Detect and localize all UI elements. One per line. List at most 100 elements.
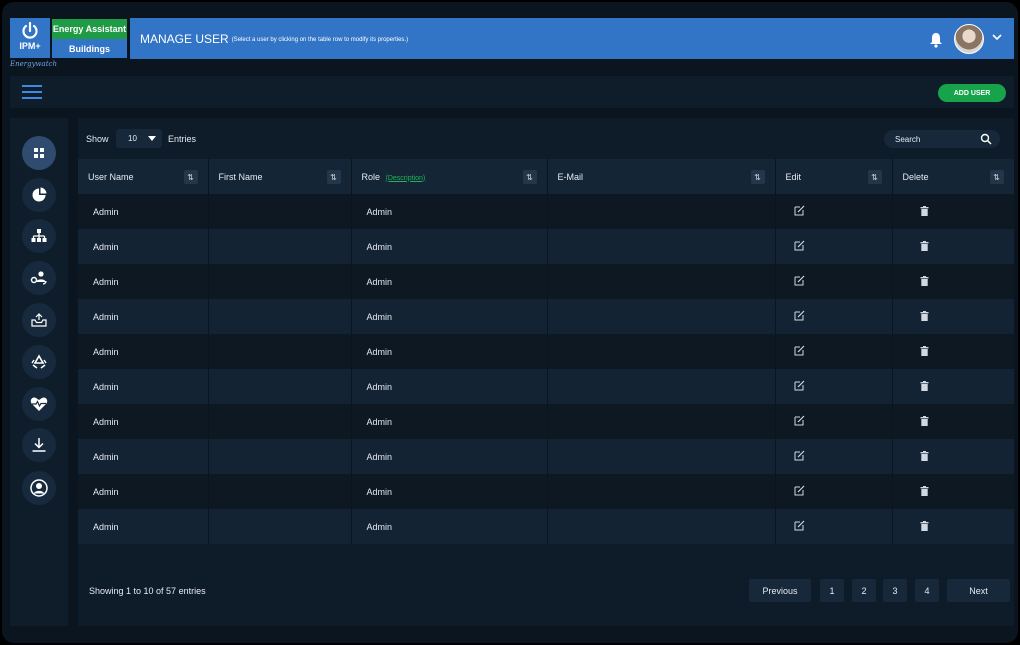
cell-email: [547, 194, 776, 229]
next-button[interactable]: Next: [947, 579, 1010, 602]
table-row[interactable]: Admin Admin: [78, 229, 1015, 264]
cell-delete: [892, 369, 1015, 404]
column-label: User Name: [88, 171, 134, 182]
page-button-3[interactable]: 3: [883, 579, 907, 602]
page-button-4[interactable]: 4: [915, 579, 939, 602]
nav-reports[interactable]: [22, 178, 56, 212]
edit-icon[interactable]: [794, 520, 805, 533]
cell-delete: [892, 334, 1015, 369]
table-row[interactable]: Admin Admin: [78, 439, 1015, 474]
trash-icon[interactable]: [920, 345, 929, 358]
column-header-user-name[interactable]: User Name ⇅: [78, 159, 209, 194]
edit-icon[interactable]: [794, 310, 805, 323]
cell-first-name: [208, 439, 352, 474]
table-row[interactable]: Admin Admin: [78, 194, 1015, 229]
nav-inbox[interactable]: [22, 303, 56, 337]
cell-email: [547, 334, 776, 369]
trash-icon[interactable]: [920, 240, 929, 253]
cell-first-name: [208, 334, 352, 369]
edit-icon[interactable]: [794, 450, 805, 463]
cell-first-name: [208, 194, 352, 229]
nav-users-settings[interactable]: [22, 261, 56, 295]
nav-hierarchy[interactable]: [22, 219, 56, 253]
edit-icon[interactable]: [794, 345, 805, 358]
add-user-button[interactable]: ADD USER: [938, 84, 1006, 102]
edit-icon[interactable]: [794, 205, 805, 218]
power-logo[interactable]: IPM+: [10, 18, 50, 58]
column-label: Delete: [902, 171, 929, 182]
page-button-2[interactable]: 2: [852, 579, 876, 602]
page-size-select[interactable]: 10: [116, 129, 162, 148]
buildings-badge[interactable]: Buildings: [52, 39, 127, 58]
edit-icon[interactable]: [794, 275, 805, 288]
app-window: IPM+ Energywatch Energy Assistant Buildi…: [0, 0, 1020, 645]
role-description-link[interactable]: (Description): [386, 175, 426, 182]
cell-edit: [775, 264, 893, 299]
column-label: First Name: [218, 171, 263, 182]
table-row[interactable]: Admin Admin: [78, 474, 1015, 509]
trash-icon[interactable]: [920, 415, 929, 428]
cell-role: Admin: [351, 334, 548, 369]
cell-user-name: Admin: [78, 474, 209, 509]
title-bar: MANAGE USER (Select a user by clicking o…: [130, 18, 1014, 59]
users-table: User Name ⇅ First Name ⇅ Role (Descripti…: [78, 159, 1015, 544]
sort-icon[interactable]: ⇅: [867, 170, 882, 184]
chevron-down-icon[interactable]: [992, 33, 1002, 41]
nav-health[interactable]: [22, 387, 56, 421]
page-button-1[interactable]: 1: [820, 579, 844, 602]
cell-user-name: Admin: [78, 439, 209, 474]
cell-edit: [775, 474, 893, 509]
sort-icon[interactable]: ⇅: [522, 170, 537, 184]
table-row[interactable]: Admin Admin: [78, 369, 1015, 404]
brand-script: Energywatch: [10, 60, 57, 68]
column-header-role[interactable]: Role (Description) ⇅: [351, 159, 548, 194]
trash-icon[interactable]: [920, 450, 929, 463]
cell-email: [547, 369, 776, 404]
nav-recycle[interactable]: [22, 345, 56, 379]
column-header-edit[interactable]: Edit ⇅: [775, 159, 893, 194]
column-header-first-name[interactable]: First Name ⇅: [208, 159, 352, 194]
sort-icon[interactable]: ⇅: [989, 170, 1004, 184]
edit-icon[interactable]: [794, 240, 805, 253]
table-row[interactable]: Admin Admin: [78, 334, 1015, 369]
nav-dashboard[interactable]: [22, 136, 56, 170]
trash-icon[interactable]: [920, 485, 929, 498]
table-row[interactable]: Admin Admin: [78, 509, 1015, 544]
hierarchy-icon: [31, 229, 47, 242]
edit-icon[interactable]: [794, 415, 805, 428]
cell-edit: [775, 439, 893, 474]
user-avatar[interactable]: [954, 24, 984, 54]
trash-icon[interactable]: [920, 520, 929, 533]
nav-profile[interactable]: [22, 471, 56, 505]
table-header-row: User Name ⇅ First Name ⇅ Role (Descripti…: [78, 159, 1015, 194]
column-label: Edit: [785, 171, 802, 182]
trash-icon[interactable]: [920, 205, 929, 218]
column-header-email[interactable]: E-Mail ⇅: [547, 159, 776, 194]
cell-user-name: Admin: [78, 334, 209, 369]
column-label: E-Mail: [557, 171, 584, 182]
search-input[interactable]: Search: [884, 130, 1000, 148]
inbox-icon: [31, 313, 47, 327]
page-subtitle: (Select a user by clicking on the table …: [231, 36, 409, 43]
heartbeat-icon: [30, 397, 48, 411]
bell-icon[interactable]: [929, 32, 943, 48]
cell-email: [547, 229, 776, 264]
sort-icon[interactable]: ⇅: [326, 170, 341, 184]
trash-icon[interactable]: [920, 275, 929, 288]
nav-download[interactable]: [22, 428, 56, 462]
hamburger-menu-icon[interactable]: [22, 85, 42, 99]
edit-icon[interactable]: [794, 380, 805, 393]
trash-icon[interactable]: [920, 380, 929, 393]
cell-edit: [775, 194, 893, 229]
previous-button[interactable]: Previous: [749, 579, 811, 602]
sort-icon[interactable]: ⇅: [750, 170, 765, 184]
trash-icon[interactable]: [920, 310, 929, 323]
table-row[interactable]: Admin Admin: [78, 264, 1015, 299]
table-row[interactable]: Admin Admin: [78, 404, 1015, 439]
sort-icon[interactable]: ⇅: [183, 170, 198, 184]
search-icon[interactable]: [980, 133, 992, 145]
edit-icon[interactable]: [794, 485, 805, 498]
energy-assistant-badge[interactable]: Energy Assistant: [52, 19, 127, 39]
table-row[interactable]: Admin Admin: [78, 299, 1015, 334]
column-header-delete[interactable]: Delete ⇅: [892, 159, 1015, 194]
